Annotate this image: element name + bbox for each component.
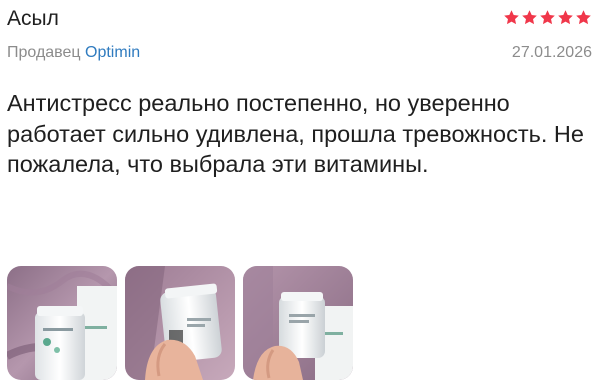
review-card: Асыл Продавец Optimin 27.01.2026 Антистр… <box>0 0 600 392</box>
review-photo-2[interactable] <box>125 266 235 380</box>
review-text: Антистресс реально постепенно, но уверен… <box>7 90 584 177</box>
review-date: 27.01.2026 <box>511 44 592 61</box>
star-icon <box>558 10 573 25</box>
star-icon <box>576 10 591 25</box>
photo-image <box>243 266 353 380</box>
review-photo-3[interactable] <box>243 266 353 380</box>
seller-prefix: Продавец <box>7 44 81 61</box>
seller-link[interactable]: Optimin <box>85 44 140 61</box>
review-photo-1[interactable] <box>7 266 117 380</box>
star-icon <box>504 10 519 25</box>
review-author: Асыл <box>7 7 59 30</box>
rating-stars <box>503 9 592 26</box>
photo-image <box>7 266 117 380</box>
seller-line: Продавец Optimin <box>7 43 140 63</box>
review-photos <box>7 266 353 380</box>
star-icon <box>540 10 555 25</box>
photo-image <box>125 266 235 380</box>
star-icon <box>522 10 537 25</box>
